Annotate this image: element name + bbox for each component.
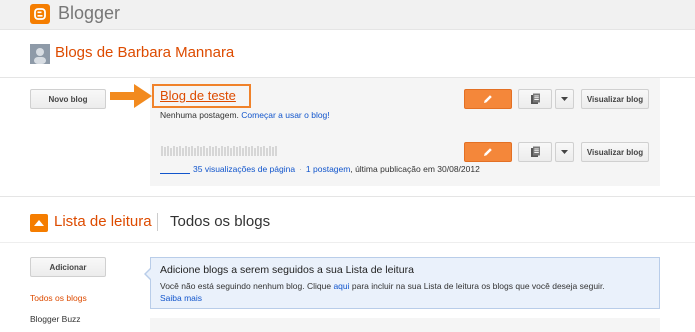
brand-name[interactable]: Blogger (58, 3, 120, 24)
here-link[interactable]: aqui (333, 281, 349, 291)
view-blog-button-2[interactable]: Visualizar blog (581, 142, 649, 162)
posts-count-link[interactable]: 1 postagem (306, 164, 350, 174)
info-title: Adicione blogs a serem seguidos a sua Li… (160, 264, 414, 276)
arrow-right-icon (110, 84, 152, 108)
blogger-logo-icon[interactable] (30, 4, 50, 24)
avatar[interactable] (30, 44, 50, 64)
blog-status: Nenhuma postagem. Começar a usar o blog! (160, 110, 330, 120)
posts-list-button[interactable] (518, 89, 552, 109)
view-blog-button[interactable]: Visualizar blog (581, 89, 649, 109)
section-divider-2 (0, 242, 695, 243)
new-post-button[interactable] (464, 89, 512, 109)
reading-list-panel (150, 318, 660, 332)
learn-more-link[interactable]: Saiba mais (160, 293, 202, 303)
no-posts-text: Nenhuma postagem. (160, 110, 239, 120)
pageviews-graph-line (160, 173, 190, 174)
posts-list-button-2[interactable] (518, 142, 552, 162)
page-title: Blogs de Barbara Mannara (55, 44, 235, 61)
title-divider (157, 213, 158, 231)
chevron-up-icon (34, 220, 44, 226)
pencil-icon (484, 95, 492, 103)
top-bar: Blogger (0, 0, 695, 30)
pencil-icon (484, 148, 492, 156)
blog-stats: 35 visualizações de página · 1 postagem, ú… (193, 164, 480, 174)
new-post-button-2[interactable] (464, 142, 512, 162)
last-published-text: , última publicação em 30/08/2012 (350, 164, 480, 174)
add-button[interactable]: Adicionar (30, 257, 106, 277)
new-blog-button[interactable]: Novo blog (30, 89, 106, 109)
reading-list-title: Lista de leitura (54, 213, 152, 230)
blog-title-link[interactable]: Blog de teste (160, 88, 236, 103)
chevron-down-icon (561, 149, 568, 154)
more-options-dropdown-2[interactable] (555, 142, 574, 162)
reading-list-subtitle: Todos os blogs (170, 213, 271, 230)
start-blog-link[interactable]: Começar a usar o blog! (241, 110, 329, 120)
more-options-dropdown[interactable] (555, 89, 574, 109)
collapse-section-button[interactable] (30, 214, 48, 232)
pageviews-link[interactable]: 35 visualizações de página (193, 164, 295, 174)
chevron-down-icon (561, 96, 568, 101)
separator-dot: · (299, 164, 302, 174)
documents-icon (530, 146, 540, 157)
blog-title-obscured[interactable] (160, 145, 280, 157)
info-text: Você não está seguindo nenhum blog. Cliq… (160, 281, 605, 291)
documents-icon (530, 93, 540, 104)
callout-pointer-inner (145, 269, 151, 279)
info-text-pre: Você não está seguindo nenhum blog. Cliq… (160, 281, 334, 291)
nav-item-all-blogs[interactable]: Todos os blogs (30, 293, 87, 303)
info-text-post: para incluir na sua Lista de leitura os … (349, 281, 605, 291)
section-divider (0, 196, 695, 197)
nav-item-blogger-buzz[interactable]: Blogger Buzz (30, 314, 81, 324)
blogs-header: Blogs de Barbara Mannara (0, 30, 695, 78)
